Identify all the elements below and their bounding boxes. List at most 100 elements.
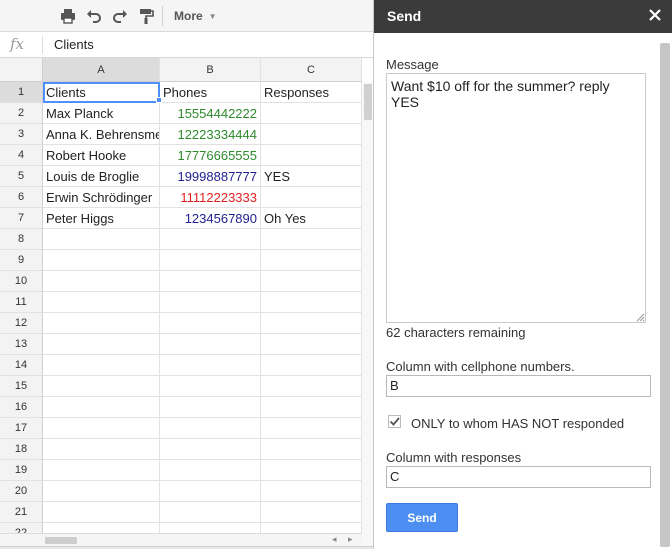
cell-c[interactable]: Responses <box>261 82 362 103</box>
cell-c[interactable] <box>261 292 362 313</box>
row-header[interactable]: 18 <box>0 439 43 460</box>
send-button[interactable]: Send <box>386 503 458 532</box>
message-textarea[interactable]: Want $10 off for the summer? reply YES <box>386 73 646 323</box>
row-header[interactable]: 12 <box>0 313 43 334</box>
sidebar-scrollbar[interactable] <box>660 43 670 547</box>
cell-b[interactable] <box>160 418 261 439</box>
row-header[interactable]: 17 <box>0 418 43 439</box>
paint-format-icon[interactable] <box>134 5 158 27</box>
cell-c[interactable] <box>261 418 362 439</box>
cell-c[interactable] <box>261 145 362 166</box>
selection-fill-handle[interactable] <box>156 97 162 103</box>
cell-a[interactable]: Max Planck <box>43 103 160 124</box>
cell-a[interactable] <box>43 376 160 397</box>
row-header[interactable]: 3 <box>0 124 43 145</box>
cell-c[interactable] <box>261 103 362 124</box>
cell-a[interactable] <box>43 313 160 334</box>
cell-b[interactable] <box>160 502 261 523</box>
select-all-corner[interactable] <box>0 58 43 82</box>
cell-a[interactable] <box>43 460 160 481</box>
vertical-scrollbar[interactable] <box>361 82 373 549</box>
row-header[interactable]: 11 <box>0 292 43 313</box>
sheet-grid[interactable]: A B C 1 Clients Phones Responses 2 Max Planck… <box>0 58 362 544</box>
phone-column-input[interactable]: B <box>386 375 651 397</box>
cell-a[interactable]: Anna K. Behrensmeyer <box>43 124 160 145</box>
cell-c[interactable] <box>261 355 362 376</box>
row-header[interactable]: 5 <box>0 166 43 187</box>
horizontal-scroll-thumb[interactable] <box>45 537 77 544</box>
cell-b[interactable]: 12223334444 <box>160 124 261 145</box>
cell-c[interactable] <box>261 481 362 502</box>
cell-c[interactable] <box>261 271 362 292</box>
scroll-left-icon[interactable]: ◂ <box>332 534 337 545</box>
undo-icon[interactable] <box>82 5 106 27</box>
more-menu-button[interactable]: More ▼ <box>168 5 223 27</box>
cell-c[interactable] <box>261 334 362 355</box>
cell-b[interactable] <box>160 292 261 313</box>
cell-a[interactable] <box>43 418 160 439</box>
cell-a[interactable] <box>43 271 160 292</box>
row-header[interactable]: 20 <box>0 481 43 502</box>
cell-c[interactable] <box>261 250 362 271</box>
cell-b[interactable] <box>160 229 261 250</box>
cell-b[interactable]: Phones <box>160 82 261 103</box>
redo-icon[interactable] <box>108 5 132 27</box>
cell-a[interactable] <box>43 292 160 313</box>
cell-b[interactable] <box>160 334 261 355</box>
cell-c[interactable] <box>261 502 362 523</box>
response-column-input[interactable]: C <box>386 466 651 488</box>
cell-a[interactable]: Peter Higgs <box>43 208 160 229</box>
cell-a[interactable]: Robert Hooke <box>43 145 160 166</box>
cell-b[interactable] <box>160 481 261 502</box>
horizontal-scrollbar[interactable]: ◂ ▸ <box>0 533 362 546</box>
cell-a[interactable] <box>43 355 160 376</box>
cell-c[interactable] <box>261 439 362 460</box>
row-header[interactable]: 10 <box>0 271 43 292</box>
row-header[interactable]: 2 <box>0 103 43 124</box>
row-header[interactable]: 4 <box>0 145 43 166</box>
row-header[interactable]: 8 <box>0 229 43 250</box>
row-header[interactable]: 9 <box>0 250 43 271</box>
cell-c[interactable] <box>261 124 362 145</box>
cell-b[interactable] <box>160 313 261 334</box>
cell-a[interactable]: Erwin Schrödinger <box>43 187 160 208</box>
cell-c[interactable] <box>261 313 362 334</box>
cell-a[interactable]: Louis de Broglie <box>43 166 160 187</box>
cell-a[interactable] <box>43 250 160 271</box>
row-header[interactable]: 21 <box>0 502 43 523</box>
cell-b[interactable]: 17776665555 <box>160 145 261 166</box>
cell-a[interactable] <box>43 397 160 418</box>
cell-b[interactable] <box>160 397 261 418</box>
cell-c[interactable]: YES <box>261 166 362 187</box>
cell-a[interactable] <box>43 439 160 460</box>
vertical-scroll-thumb[interactable] <box>364 84 372 120</box>
cell-a[interactable] <box>43 481 160 502</box>
cell-a[interactable] <box>43 229 160 250</box>
row-header[interactable]: 13 <box>0 334 43 355</box>
cell-c[interactable] <box>261 229 362 250</box>
cell-b[interactable]: 15554442222 <box>160 103 261 124</box>
cell-a[interactable] <box>43 502 160 523</box>
cell-b[interactable] <box>160 439 261 460</box>
row-header[interactable]: 6 <box>0 187 43 208</box>
close-icon[interactable] <box>648 8 662 22</box>
row-header[interactable]: 1 <box>0 82 43 103</box>
column-header-c[interactable]: C <box>261 58 362 82</box>
cell-b[interactable] <box>160 250 261 271</box>
cell-a[interactable]: Clients <box>43 82 160 103</box>
scroll-right-icon[interactable]: ▸ <box>348 534 353 545</box>
cell-b[interactable]: 1234567890 <box>160 208 261 229</box>
row-header[interactable]: 16 <box>0 397 43 418</box>
row-header[interactable]: 15 <box>0 376 43 397</box>
print-icon[interactable] <box>56 5 80 27</box>
row-header[interactable]: 19 <box>0 460 43 481</box>
cell-c[interactable] <box>261 376 362 397</box>
row-header[interactable]: 14 <box>0 355 43 376</box>
cell-c[interactable] <box>261 460 362 481</box>
formula-input[interactable]: Clients <box>54 37 94 52</box>
cell-b[interactable]: 11112223333 <box>160 187 261 208</box>
cell-b[interactable]: 19998887777 <box>160 166 261 187</box>
cell-c[interactable] <box>261 397 362 418</box>
cell-b[interactable] <box>160 355 261 376</box>
row-header[interactable]: 7 <box>0 208 43 229</box>
